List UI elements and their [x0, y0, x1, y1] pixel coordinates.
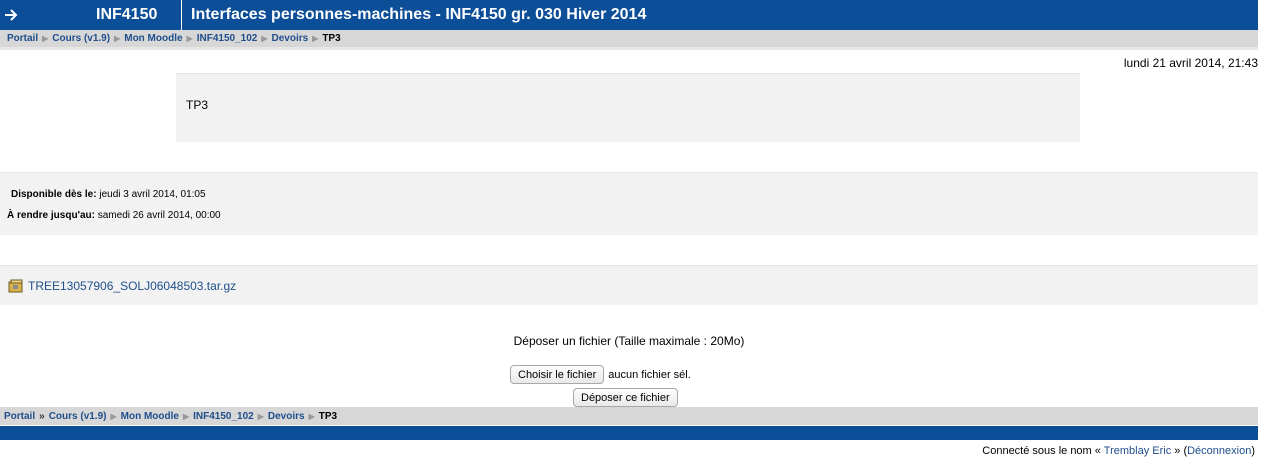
triangle-separator-icon: ▶	[257, 411, 264, 421]
breadcrumb-portail[interactable]: Portail	[7, 33, 38, 44]
triangle-separator-icon: ▶	[110, 411, 117, 421]
footer-bar	[0, 426, 1258, 440]
breadcrumb-course[interactable]: INF4150_102	[197, 33, 258, 44]
page-header: INF4150 Interfaces personnes-machines - …	[0, 0, 1258, 30]
arrow-icon[interactable]	[0, 0, 22, 30]
breadcrumb-cours[interactable]: Cours (v1.9)	[52, 33, 110, 44]
breadcrumb-mon-moodle[interactable]: Mon Moodle	[124, 33, 182, 44]
assignment-intro: TP3	[176, 73, 1080, 142]
breadcrumb-portail[interactable]: Portail	[4, 411, 35, 422]
course-code[interactable]: INF4150	[22, 0, 182, 30]
triangle-separator-icon: ▶	[182, 411, 190, 421]
triangle-separator-icon: ▶	[261, 34, 268, 43]
upload-submit-button[interactable]: Déposer ce fichier	[573, 388, 678, 407]
assignment-intro-text: TP3	[186, 98, 209, 112]
triangle-separator-icon: ▶	[308, 411, 315, 421]
archive-icon	[8, 279, 23, 293]
file-chooser: Choisir le fichier aucun fichier sél.	[510, 365, 691, 384]
logged-prefix: Connecté sous le nom «	[982, 445, 1101, 457]
breadcrumb-cours[interactable]: Cours (v1.9)	[49, 411, 107, 422]
logged-middle: » (	[1174, 445, 1188, 457]
choose-file-button[interactable]: Choisir le fichier	[510, 365, 605, 384]
breadcrumb-mon-moodle[interactable]: Mon Moodle	[121, 411, 179, 422]
triangle-separator-icon: ▶	[42, 34, 49, 43]
due-value: samedi 26 avril 2014, 00:00	[97, 210, 221, 221]
user-link[interactable]: Tremblay Eric	[1104, 445, 1171, 457]
breadcrumb-footer: Portail » Cours (v1.9) ▶ Mon Moodle ▶ IN…	[0, 407, 1258, 425]
breadcrumb-devoirs[interactable]: Devoirs	[271, 33, 308, 44]
page-title: Interfaces personnes-machines - INF4150 …	[191, 6, 647, 23]
available-value: jeudi 3 avril 2014, 01:05	[99, 189, 206, 200]
breadcrumb-course[interactable]: INF4150_102	[193, 411, 254, 422]
current-date: lundi 21 avril 2014, 21:43	[1123, 56, 1258, 70]
available-row: Disponible dès le: jeudi 3 avril 2014, 0…	[11, 189, 206, 200]
file-item: TREE13057906_SOLJ06048503.tar.gz	[8, 279, 236, 293]
upload-instructions: Déposer un fichier (Taille maximale : 20…	[513, 334, 745, 348]
triangle-separator-icon: ▶	[312, 34, 319, 43]
breadcrumb-current: TP3	[318, 410, 338, 422]
due-label: À rendre jusqu'au:	[7, 210, 95, 221]
available-label: Disponible dès le:	[11, 189, 97, 200]
logged-suffix: )	[1251, 445, 1255, 457]
breadcrumb-current: TP3	[322, 33, 341, 44]
due-row: À rendre jusqu'au: samedi 26 avril 2014,…	[7, 210, 221, 221]
triangle-separator-icon: ▶	[114, 34, 121, 43]
submitted-files: TREE13057906_SOLJ06048503.tar.gz	[0, 265, 1258, 305]
login-info: Connecté sous le nom « Tremblay Eric » (…	[982, 445, 1255, 457]
logout-link[interactable]: Déconnexion	[1187, 445, 1251, 457]
file-link[interactable]: TREE13057906_SOLJ06048503.tar.gz	[28, 279, 236, 293]
triangle-separator-icon: ▶	[186, 34, 193, 43]
breadcrumb-devoirs[interactable]: Devoirs	[268, 411, 305, 422]
no-file-text: aucun fichier sél.	[608, 368, 691, 381]
breadcrumb: Portail ▶ Cours (v1.9) ▶ Mon Moodle ▶ IN…	[0, 30, 1258, 50]
separator: »	[39, 410, 45, 422]
assignment-dates: Disponible dès le: jeudi 3 avril 2014, 0…	[0, 172, 1258, 235]
